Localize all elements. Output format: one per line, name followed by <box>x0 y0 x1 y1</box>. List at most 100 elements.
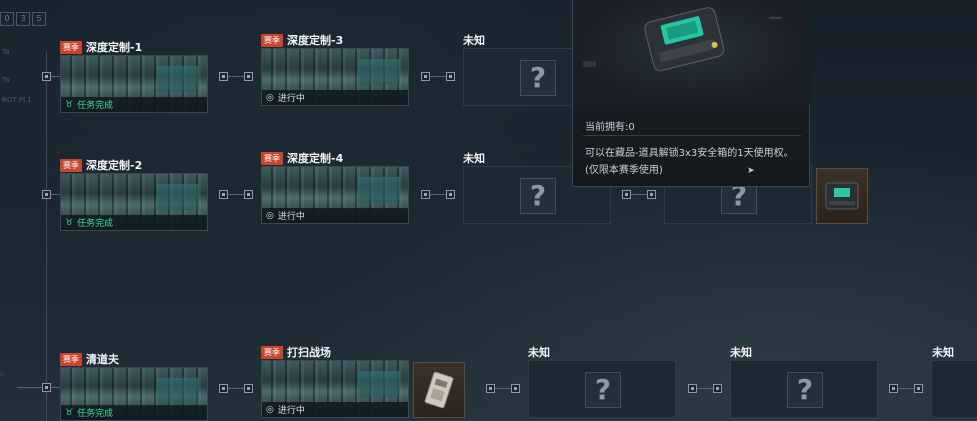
season-badge: 赛季 <box>261 345 283 359</box>
status-bar: ♉ 任务完成 <box>61 215 207 230</box>
connector <box>228 194 244 195</box>
mission-card[interactable]: ◎ 进行中 <box>261 360 409 418</box>
connector <box>430 76 446 77</box>
safe-box-icon <box>825 182 859 210</box>
status-bar: ◎ 进行中 <box>262 208 408 223</box>
status-text: 进行中 <box>277 212 305 222</box>
connector <box>228 388 244 389</box>
side-label: ROT Pl.1 <box>2 96 32 104</box>
tree-node <box>622 190 631 199</box>
reward-item[interactable] <box>413 362 465 418</box>
connector <box>495 388 511 389</box>
card-item-icon <box>424 371 454 409</box>
mission-card[interactable]: ♉ 任务完成 <box>60 367 208 421</box>
owned-count: 当前拥有:0 <box>585 122 635 133</box>
safe-box-image <box>358 59 400 85</box>
question-mark-icon: ? <box>585 372 621 408</box>
mission-card[interactable]: ◎ 进行中 <box>261 166 409 224</box>
tooltip-item-image: ═══ ▤▤ <box>573 0 811 104</box>
tree-node <box>446 190 455 199</box>
tree-node <box>42 190 51 199</box>
safe-box-image <box>358 371 400 397</box>
mission-title: 赛季 打扫战场 <box>261 344 331 360</box>
tree-node <box>42 72 51 81</box>
status-text: 任务完成 <box>77 101 114 111</box>
mission-title: 赛季 深度定制-4 <box>261 150 343 166</box>
season-badge: 赛季 <box>60 40 82 54</box>
status-text: 任务完成 <box>77 409 114 419</box>
mission-title: 赛季 深度定制-2 <box>60 157 142 173</box>
tree-node <box>511 384 520 393</box>
mission-name: 深度定制-2 <box>86 159 143 172</box>
unknown-title: 未知 <box>932 346 954 359</box>
status-text: 进行中 <box>277 406 305 416</box>
item-description: 可以在藏品-道具解锁3x3安全箱的1天使用权。(仅限本赛季使用) <box>585 148 794 176</box>
mission-card[interactable]: ♉ 任务完成 <box>60 173 208 231</box>
connector <box>697 388 713 389</box>
top-tabs: 0 3 5 <box>0 12 46 26</box>
status-bar: ♉ 任务完成 <box>61 405 207 420</box>
tree-node <box>244 384 253 393</box>
mission-name: 深度定制-4 <box>287 152 344 165</box>
connector <box>898 388 914 389</box>
divider <box>583 135 801 136</box>
tree-node <box>42 383 51 392</box>
connector <box>228 76 244 77</box>
connector <box>51 387 60 388</box>
mission-card[interactable]: ♉ 任务完成 <box>60 55 208 113</box>
progress-icon: ◎ <box>266 404 274 415</box>
unknown-title: 未知 <box>730 346 752 359</box>
tab[interactable]: 5 <box>32 12 46 26</box>
trophy-icon: ♉ <box>65 407 74 418</box>
season-badge: 赛季 <box>261 151 283 165</box>
cursor-icon: ➤ <box>747 166 755 176</box>
unknown-title: 未知 <box>463 152 485 165</box>
mission-card[interactable]: ◎ 进行中 <box>261 48 409 106</box>
tree-node <box>421 190 430 199</box>
status-text: 进行中 <box>277 94 305 104</box>
unknown-mission-card[interactable] <box>931 360 977 418</box>
tree-node <box>713 384 722 393</box>
safe-box-image <box>358 177 400 203</box>
side-label: Ta <box>2 48 10 56</box>
question-mark-icon: ? <box>787 372 823 408</box>
status-bar: ♉ 任务完成 <box>61 97 207 112</box>
tree-node <box>244 190 253 199</box>
unknown-title: 未知 <box>463 34 485 47</box>
mission-title: 赛季 清道夫 <box>60 351 119 367</box>
status-bar: ◎ 进行中 <box>262 90 408 105</box>
reward-item[interactable] <box>816 168 868 224</box>
progress-icon: ◎ <box>266 92 274 103</box>
item-tooltip: ═══ ▤▤ 当前拥有:0 可以在藏品-道具解锁3x3安全箱的1天使用权。(仅限… <box>572 0 811 187</box>
connector <box>17 387 42 388</box>
question-mark-icon: ? <box>520 60 556 96</box>
status-text: 任务完成 <box>77 219 114 229</box>
question-mark-icon: ? <box>520 178 556 214</box>
unknown-mission-card[interactable]: ? <box>730 360 878 418</box>
tree-node <box>889 384 898 393</box>
unknown-mission-card[interactable]: ? <box>528 360 676 418</box>
trophy-icon: ♉ <box>65 217 74 228</box>
connector <box>51 76 60 77</box>
tree-node <box>219 72 228 81</box>
side-label: Ta <box>2 76 10 84</box>
safe-box-image <box>157 378 199 404</box>
mission-name: 清道夫 <box>86 353 119 366</box>
mission-name: 深度定制-1 <box>86 41 143 54</box>
tree-node <box>446 72 455 81</box>
status-bar: ◎ 进行中 <box>262 402 408 417</box>
tree-node <box>244 72 253 81</box>
season-badge: 赛季 <box>60 352 82 366</box>
mission-name: 打扫战场 <box>287 346 331 359</box>
safe-box-image <box>157 66 199 92</box>
tree-node <box>647 190 656 199</box>
tab[interactable]: 0 <box>0 12 14 26</box>
safe-box-image <box>157 184 199 210</box>
tree-node <box>421 72 430 81</box>
season-badge: 赛季 <box>261 33 283 47</box>
mission-title: 赛季 深度定制-1 <box>60 39 142 55</box>
tree-node <box>219 384 228 393</box>
mission-name: 深度定制-3 <box>287 34 344 47</box>
season-badge: 赛季 <box>60 158 82 172</box>
tab[interactable]: 3 <box>16 12 30 26</box>
